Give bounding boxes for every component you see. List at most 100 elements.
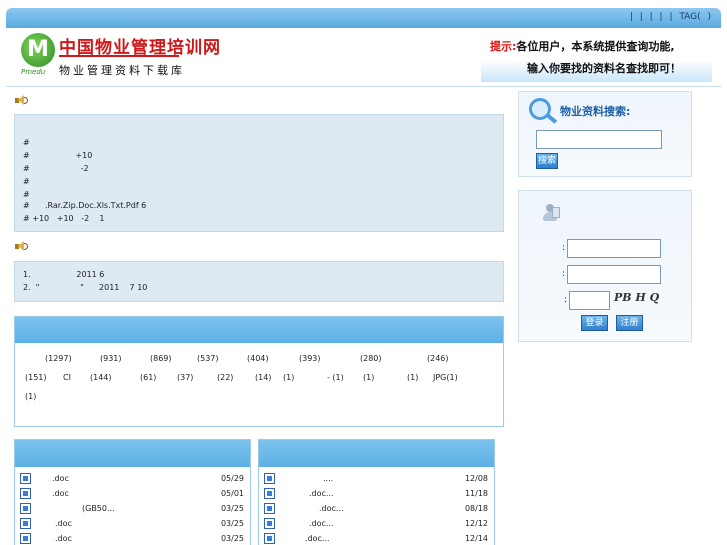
item-title[interactable]: .doc: [55, 534, 72, 543]
top-nav-bar: | | | | | TAG( ): [6, 8, 721, 28]
notice-line: # +10 +10 -2 1: [23, 214, 105, 223]
item-date: 08/18: [464, 504, 488, 513]
list-item[interactable]: .doc 05/29: [15, 472, 250, 487]
category-link[interactable]: (537): [197, 354, 219, 363]
list-header: [259, 440, 494, 467]
category-link[interactable]: (22): [217, 373, 233, 382]
notice-line: # +10: [23, 151, 93, 160]
notice-line: #: [23, 138, 30, 147]
item-title[interactable]: .doc...: [319, 504, 344, 513]
header-divider: [6, 86, 721, 87]
tip-line-2: 输入你要找的资料名查找即可！: [527, 62, 681, 75]
category-link[interactable]: (1): [283, 373, 294, 382]
notice-panel-1: # # +10 # -2 # # # .Rar.Zip.Doc.Xls.Txt.…: [14, 114, 504, 232]
speaker-icon: [15, 241, 28, 252]
category-link[interactable]: (1297): [45, 354, 72, 363]
document-icon: [264, 518, 275, 529]
category-link[interactable]: (1): [407, 373, 418, 382]
latest-list-right: .... 12/08 .doc... 11/18 .doc... 08/18 .…: [258, 439, 495, 545]
item-title[interactable]: ....: [323, 474, 333, 483]
login-panel: : : : PB H Q 登录 注册: [518, 190, 692, 342]
item-date: 11/18: [464, 489, 488, 498]
notice-line: # -2: [23, 164, 89, 173]
search-icon-handle: [546, 114, 558, 124]
site-logo[interactable]: M Pmedu 中国物业管理培训网 物业管理资料下载库: [21, 31, 220, 79]
item-date: 12/08: [464, 474, 488, 483]
item-title[interactable]: .doc: [52, 489, 69, 498]
username-label: :: [562, 243, 566, 253]
item-title[interactable]: .doc: [55, 519, 72, 528]
category-link[interactable]: (931): [100, 354, 122, 363]
logo-subtitle: 物业管理资料下载库: [59, 64, 185, 77]
list-item[interactable]: .... 12/08: [259, 472, 494, 487]
tip-text-1: 各位用户，本系统提供查询功能,: [516, 40, 675, 53]
category-link[interactable]: CI: [63, 373, 71, 382]
category-link[interactable]: (246): [427, 354, 449, 363]
search-button[interactable]: 搜索: [536, 153, 558, 169]
item-title[interactable]: .doc: [52, 474, 69, 483]
login-button[interactable]: 登录: [581, 315, 608, 331]
document-icon: [264, 503, 275, 514]
item-title[interactable]: .doc...: [305, 534, 330, 543]
category-link[interactable]: (869): [150, 354, 172, 363]
list-item[interactable]: .doc... 11/18: [259, 487, 494, 502]
item-date: 12/12: [464, 519, 488, 528]
search-input[interactable]: [536, 130, 662, 149]
category-link[interactable]: (280): [360, 354, 382, 363]
item-date: 05/01: [220, 489, 244, 498]
document-icon: [264, 533, 275, 544]
category-link[interactable]: - (1): [327, 373, 344, 382]
list-header: [15, 440, 250, 467]
list-item[interactable]: .doc 03/25: [15, 532, 250, 545]
notice-line[interactable]: 2. " " 2011 7 10: [23, 283, 147, 292]
item-title[interactable]: .doc...: [309, 519, 334, 528]
logo-mark: M: [21, 33, 55, 67]
category-link[interactable]: (151): [25, 373, 47, 382]
notice-line[interactable]: 1. 2011 6: [23, 270, 104, 279]
category-panel: (1297) (931) (869) (537) (404) (393) (28…: [14, 316, 504, 427]
category-link[interactable]: (37): [177, 373, 193, 382]
tip-banner: 提示:各位用户，本系统提供查询功能, 输入你要找的资料名查找即可！: [481, 32, 712, 82]
notice-line: #: [23, 190, 30, 199]
category-link[interactable]: (1): [363, 373, 374, 382]
item-date: 03/25: [220, 534, 244, 543]
category-link[interactable]: JPG(1): [433, 373, 458, 382]
username-input[interactable]: [567, 239, 661, 258]
top-links[interactable]: | | | | | TAG( ): [630, 12, 711, 22]
list-item[interactable]: (GB50... 03/25: [15, 502, 250, 517]
notice-line: # .Rar.Zip.Doc.Xls.Txt.Pdf 6: [23, 201, 147, 210]
category-link[interactable]: (14): [255, 373, 271, 382]
logo-underline: [59, 55, 179, 57]
password-label: :: [562, 269, 566, 279]
item-title[interactable]: .doc...: [309, 489, 334, 498]
list-item[interactable]: .doc... 12/14: [259, 532, 494, 545]
category-link[interactable]: (61): [140, 373, 156, 382]
item-date: 03/25: [220, 504, 244, 513]
item-title[interactable]: (GB50...: [82, 504, 115, 513]
speaker-icon: [15, 95, 28, 106]
captcha-image[interactable]: PB H Q: [614, 291, 660, 313]
logo-mark-sub: Pmedu: [21, 68, 46, 76]
category-link[interactable]: (393): [299, 354, 321, 363]
category-link[interactable]: (404): [247, 354, 269, 363]
document-icon: [264, 473, 275, 484]
document-icon: [20, 488, 31, 499]
list-item[interactable]: .doc... 12/12: [259, 517, 494, 532]
item-date: 05/29: [220, 474, 244, 483]
category-panel-header: [15, 317, 503, 343]
register-button[interactable]: 注册: [616, 315, 643, 331]
category-link[interactable]: (144): [90, 373, 112, 382]
document-icon: [20, 503, 31, 514]
search-label: 物业资料搜索:: [560, 105, 631, 118]
list-item[interactable]: .doc 03/25: [15, 517, 250, 532]
latest-list-left: .doc 05/29 .doc 05/01 (GB50... 03/25 .do…: [14, 439, 251, 545]
document-icon: [264, 488, 275, 499]
password-input[interactable]: [567, 265, 661, 284]
category-link[interactable]: (1): [25, 392, 36, 401]
list-item[interactable]: .doc... 08/18: [259, 502, 494, 517]
notice-line: #: [23, 177, 30, 186]
list-item[interactable]: .doc 05/01: [15, 487, 250, 502]
tip-label: 提示:: [490, 40, 517, 53]
captcha-input[interactable]: [569, 291, 610, 310]
document-icon: [20, 473, 31, 484]
